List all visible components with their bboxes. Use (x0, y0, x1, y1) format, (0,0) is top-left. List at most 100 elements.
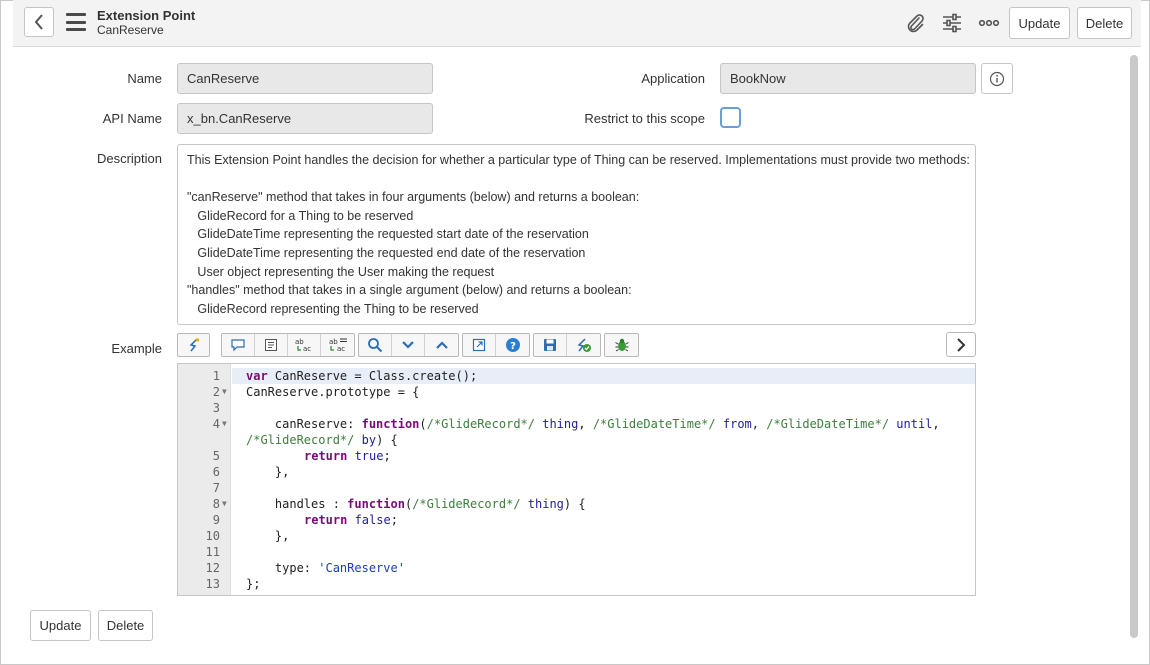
name-field[interactable]: CanReserve (177, 63, 433, 94)
help-button[interactable]: ? (496, 334, 529, 356)
search-button[interactable] (359, 334, 392, 356)
toolbar-group-search (358, 333, 459, 357)
toolbar-group-debug (604, 333, 639, 357)
keyword: function (347, 497, 405, 511)
code-text: , (578, 417, 593, 431)
format-code-icon (189, 338, 199, 352)
code-text: , (751, 417, 767, 431)
description-label: Description (96, 151, 162, 166)
code-text: canReserve: (246, 417, 362, 431)
description-line: GlideDateTime representing the requested… (187, 227, 589, 242)
description-line: User object representing the User making… (187, 264, 495, 279)
api-name-field[interactable]: x_bn.CanReserve (177, 103, 433, 134)
application-field[interactable]: BookNow (720, 63, 976, 94)
toolbar-group-file (533, 333, 601, 357)
info-icon (989, 71, 1005, 86)
svg-text:?: ? (510, 341, 516, 352)
example-label: Example (111, 341, 162, 356)
script-editor[interactable]: 1 var CanReserve = Class.create(); 2 ▼ C… (177, 363, 976, 596)
keyword: function (361, 417, 420, 431)
line-number: 3 (212, 401, 220, 415)
code-text: }, (246, 529, 290, 543)
save-script-button[interactable] (534, 334, 567, 356)
code-line-wrapped: /*GlideRecord*/ by) { (178, 432, 975, 448)
debug-button[interactable] (605, 334, 638, 356)
header-delete-button[interactable]: Delete (1077, 7, 1132, 39)
code-text: ; (383, 449, 391, 463)
line-number: 1 (212, 369, 220, 383)
description-textarea[interactable]: This Extension Point handles the decisio… (177, 144, 976, 325)
insert-template-button[interactable] (255, 334, 288, 356)
code-line: 13 }; (178, 576, 975, 592)
replace-all-icon: abac (329, 338, 347, 353)
api-name-label: API Name (102, 111, 162, 126)
page-subtitle: CanReserve (97, 23, 164, 37)
code-text: }, (246, 465, 290, 479)
replace-all-button[interactable]: ab ac (321, 334, 354, 356)
settings-sliders-icon[interactable] (939, 10, 965, 36)
replace-button[interactable]: ab ac (288, 334, 321, 356)
line-number: 7 (212, 481, 220, 495)
line-number: 5 (212, 449, 220, 463)
code-line: 12 type: 'CanReserve' (178, 560, 975, 576)
search-icon (368, 338, 383, 353)
toolbar-expand-button[interactable] (946, 332, 976, 357)
line-number: 11 (205, 545, 220, 559)
header-update-button[interactable]: Update (1009, 7, 1070, 39)
footer-delete-button[interactable]: Delete (98, 610, 153, 641)
code-line: 6 }, (178, 464, 975, 480)
code-line: 7 (178, 480, 975, 496)
vertical-scrollbar[interactable] (1130, 55, 1138, 638)
svg-text:ac: ac (303, 345, 311, 353)
description-line: GlideRecord for a Thing to be reserved (187, 208, 414, 223)
comment-icon (231, 339, 245, 352)
code-line: 4 ▼ canReserve: function(/*GlideRecord*/… (178, 416, 975, 432)
find-previous-button[interactable] (425, 334, 458, 356)
more-options-icon[interactable] (976, 10, 1002, 36)
code-line: 10 }, (178, 528, 975, 544)
find-next-button[interactable] (392, 334, 425, 356)
check-script-button[interactable] (567, 334, 600, 356)
code-text: handles : (246, 497, 348, 511)
fold-arrow-icon[interactable]: ▼ (222, 416, 227, 432)
comment: /*GlideDateTime*/ (592, 417, 716, 431)
fullscreen-icon (472, 338, 486, 352)
toggle-comment-button[interactable] (222, 334, 255, 356)
chevron-right-icon (957, 337, 966, 352)
comment: /*GlideRecord*/ (426, 417, 535, 431)
code-text: type: (246, 561, 319, 575)
restrict-scope-checkbox[interactable] (720, 107, 741, 128)
comment: /*GlideDateTime*/ (766, 417, 890, 431)
help-icon: ? (505, 338, 520, 352)
line-number: 13 (205, 577, 220, 591)
code-line: 3 (178, 400, 975, 416)
save-icon (544, 339, 556, 351)
page-title: Extension Point (97, 8, 196, 23)
code-line: 2 ▼ CanReserve.prototype = { (178, 384, 975, 400)
description-line: GlideRecord representing the Thing to be… (187, 301, 479, 316)
fold-arrow-icon[interactable]: ▼ (222, 496, 227, 512)
comment: /*GlideRecord*/ (246, 433, 355, 447)
code-line: 5 return true; (178, 448, 975, 464)
format-code-button[interactable] (177, 333, 210, 357)
script-check-icon (577, 338, 591, 352)
description-line: "handles" method that takes in a single … (187, 283, 632, 298)
paperclip-icon[interactable] (902, 10, 928, 36)
restrict-scope-label: Restrict to this scope (584, 111, 705, 126)
chevron-down-icon (402, 341, 414, 349)
hamburger-menu-icon[interactable] (66, 13, 86, 31)
back-button[interactable] (24, 7, 54, 37)
fullscreen-button[interactable] (463, 334, 496, 356)
chevron-up-icon (435, 341, 448, 349)
code-line: 8 ▼ handles : function(/*GlideRecord*/ t… (178, 496, 975, 512)
chevron-left-icon (34, 14, 43, 30)
fold-arrow-icon[interactable]: ▼ (222, 384, 227, 400)
application-info-button[interactable] (981, 63, 1013, 94)
code-text: CanReserve.prototype = { (246, 385, 420, 399)
toolbar-group-view: ? (462, 333, 530, 357)
code-text: CanReserve = Class.create(); (267, 369, 478, 383)
keyword: var (246, 369, 268, 383)
footer-update-button[interactable]: Update (30, 610, 91, 641)
code-text: ) { (563, 497, 586, 511)
description-line: GlideDateTime representing the requested… (187, 245, 586, 260)
